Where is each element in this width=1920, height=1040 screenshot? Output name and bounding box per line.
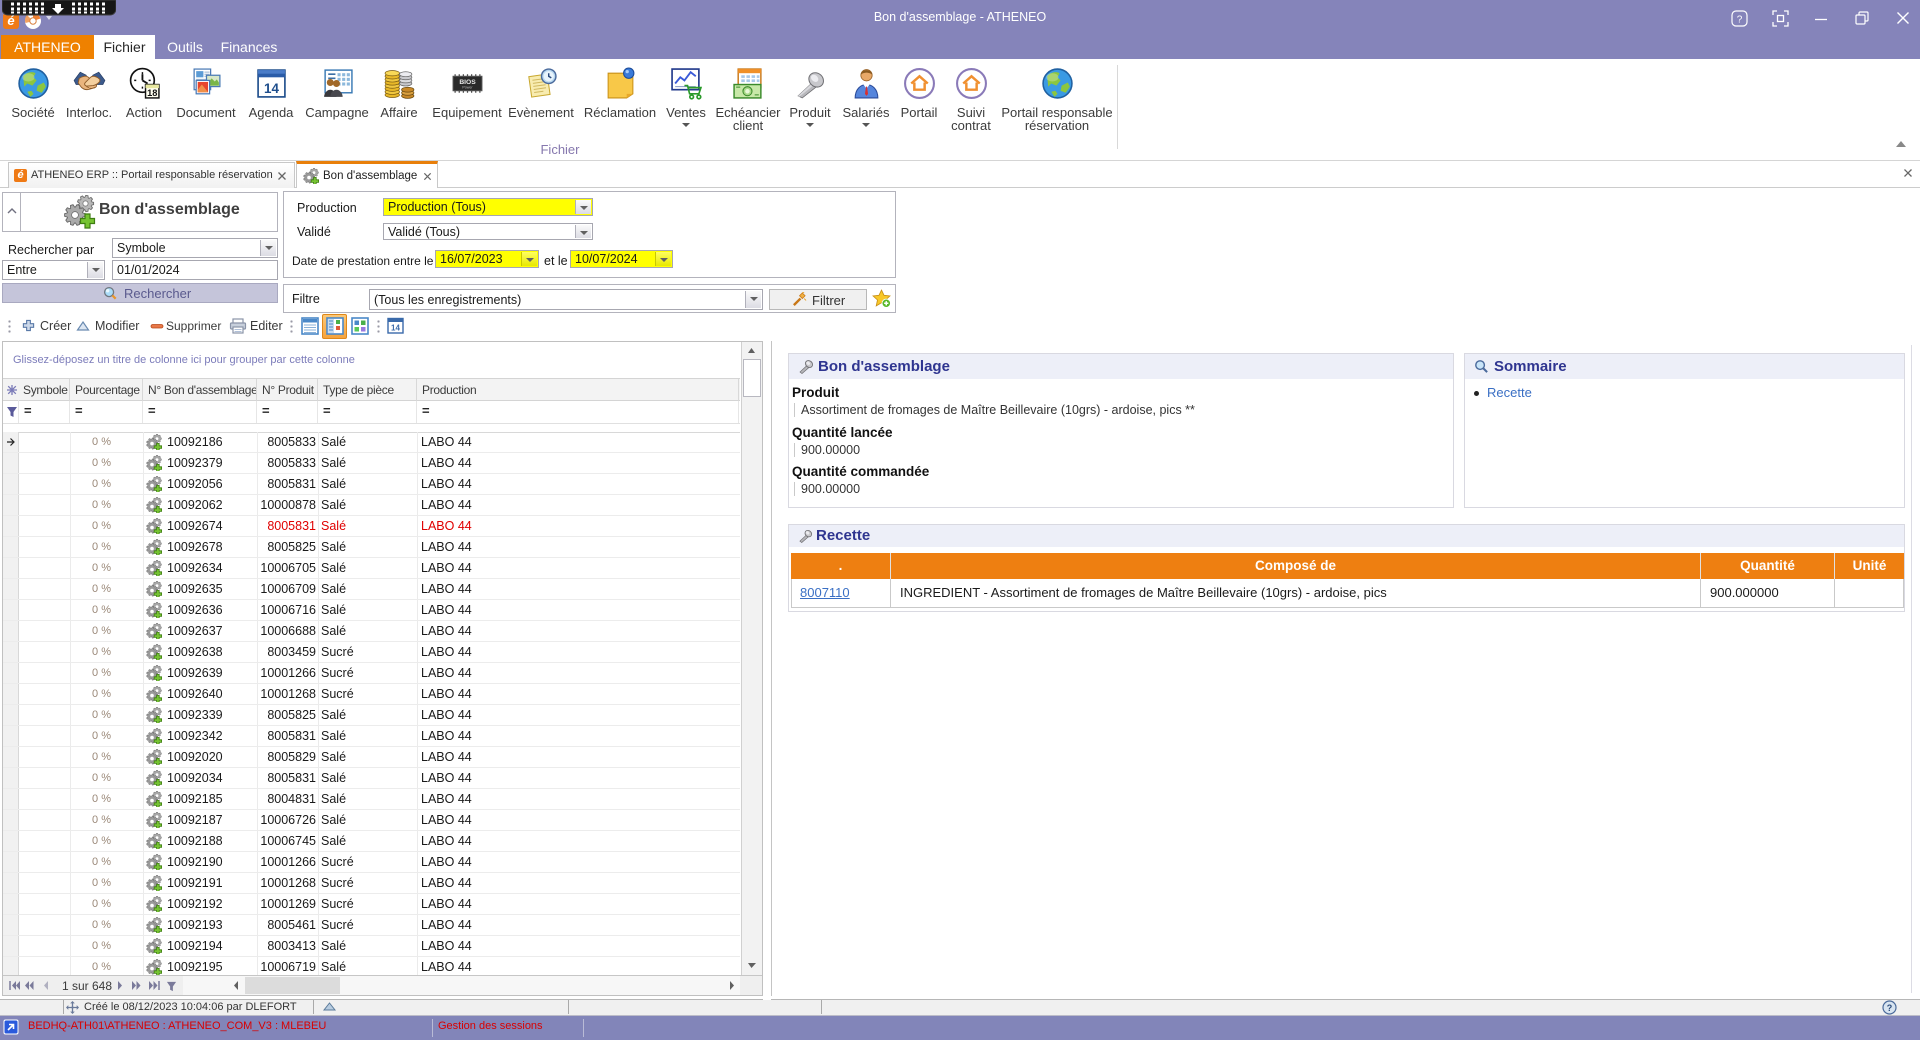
svg-text:?: ? (1887, 1003, 1893, 1013)
svg-text:?: ? (1737, 15, 1743, 26)
